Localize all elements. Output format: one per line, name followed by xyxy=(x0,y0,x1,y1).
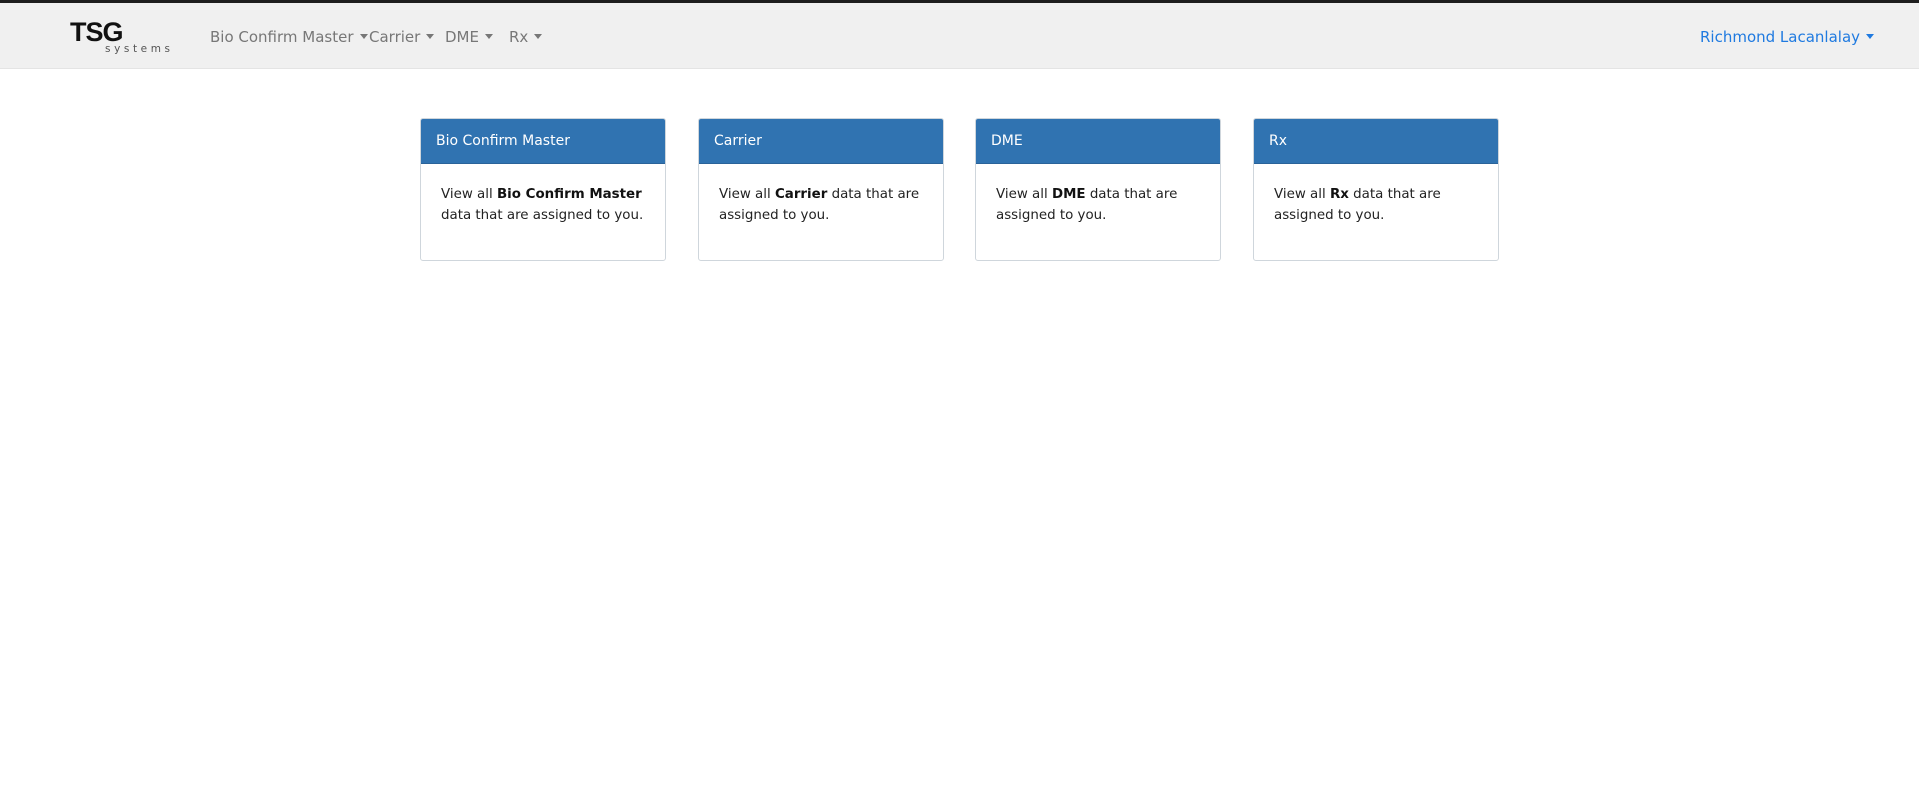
card-dme: DME View all DME data that are assigned … xyxy=(975,118,1221,261)
card-body: View all Bio Confirm Master data that ar… xyxy=(421,164,665,226)
card-body: View all Rx data that are assigned to yo… xyxy=(1254,164,1498,226)
card-rx: Rx View all Rx data that are assigned to… xyxy=(1253,118,1499,261)
nav-menu-label: Bio Confirm Master xyxy=(210,28,354,46)
card-header[interactable]: Rx xyxy=(1254,119,1498,164)
nav-menu-label: Rx xyxy=(509,28,529,46)
card-text-prefix: View all xyxy=(441,187,493,202)
card-header[interactable]: Carrier xyxy=(699,119,943,164)
card-text-emphasis: Carrier xyxy=(774,187,828,202)
brand-logo-subtext: systems xyxy=(105,43,174,55)
nav-menu-carrier[interactable]: Carrier xyxy=(369,27,435,47)
card-header[interactable]: DME xyxy=(976,119,1220,164)
nav-menu-bio-confirm-master[interactable]: Bio Confirm Master xyxy=(210,27,368,47)
nav-menu-rx[interactable]: Rx xyxy=(509,27,543,47)
card-text-emphasis: DME xyxy=(1051,187,1086,202)
card-carrier: Carrier View all Carrier data that are a… xyxy=(698,118,944,261)
top-navbar: TSG systems Bio Confirm Master Carrier D… xyxy=(0,3,1919,69)
caret-down-icon xyxy=(1866,34,1875,39)
nav-menu-label: DME xyxy=(445,28,479,46)
caret-down-icon xyxy=(426,34,435,39)
caret-down-icon xyxy=(359,34,368,39)
card-bio-confirm-master: Bio Confirm Master View all Bio Confirm … xyxy=(420,118,666,261)
card-text-prefix: View all xyxy=(719,187,771,202)
caret-down-icon xyxy=(484,34,493,39)
card-body: View all DME data that are assigned to y… xyxy=(976,164,1220,226)
user-menu[interactable]: Richmond Lacanlalay xyxy=(1700,27,1875,47)
user-menu-label: Richmond Lacanlalay xyxy=(1700,28,1861,46)
nav-menu-dme[interactable]: DME xyxy=(445,27,493,47)
nav-menu-label: Carrier xyxy=(369,28,421,46)
brand-logo[interactable]: TSG systems xyxy=(70,18,170,58)
card-text-emphasis: Rx xyxy=(1329,187,1349,202)
card-header[interactable]: Bio Confirm Master xyxy=(421,119,665,164)
card-text-prefix: View all xyxy=(1274,187,1326,202)
card-text-prefix: View all xyxy=(996,187,1048,202)
caret-down-icon xyxy=(534,34,543,39)
card-text-emphasis: Bio Confirm Master xyxy=(496,187,642,202)
card-text-suffix: data that are assigned to you. xyxy=(441,208,644,223)
card-body: View all Carrier data that are assigned … xyxy=(699,164,943,226)
